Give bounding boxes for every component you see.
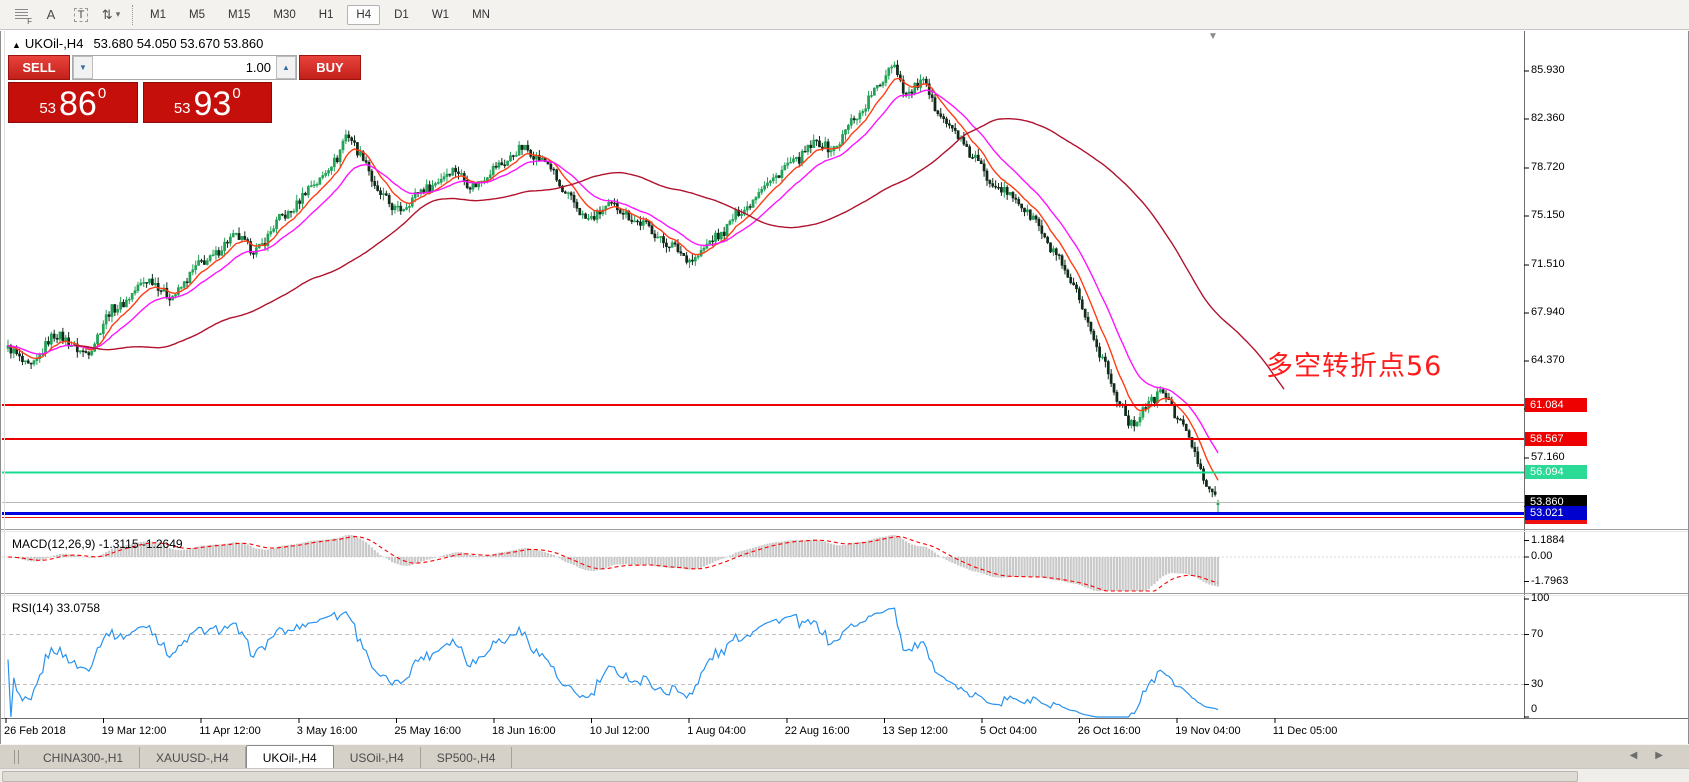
bottom-tab-ukoilh4[interactable]: UKOil-,H4 <box>246 745 334 768</box>
horizontal-scrollbar-thumb[interactable] <box>2 771 1578 782</box>
volume-spinner: ▼ ▲ <box>72 55 297 80</box>
buy-button[interactable]: BUY <box>299 55 361 80</box>
chevron-down-icon: ▾ <box>116 9 121 20</box>
tab-list: CHINA300-,H1XAUUSD-,H4UKOil-,H4USOil-,H4… <box>27 745 512 768</box>
horizontal-scrollbar[interactable] <box>0 768 1689 782</box>
tab-scroll-arrows: ◀▶ <box>1630 750 1681 761</box>
bottom-tab-sp500h4[interactable]: SP500-,H4 <box>421 747 513 768</box>
tab-scroll-right-icon[interactable]: ▶ <box>1655 750 1681 761</box>
toolbar: F A T ⇅ ▾ M1M5M15M30 H1H4D1W1MN <box>0 0 1689 30</box>
text-label-tool[interactable]: A <box>38 4 64 26</box>
timeframe-w1[interactable]: W1 <box>423 5 458 25</box>
timeframe-m15[interactable]: M15 <box>219 5 259 25</box>
volume-increase-button[interactable]: ▲ <box>276 56 296 79</box>
volume-input[interactable] <box>93 56 276 79</box>
timeframe-h1[interactable]: H1 <box>310 5 343 25</box>
bottom-tab-usoilh4[interactable]: USOil-,H4 <box>334 747 421 768</box>
arrows-tool[interactable]: ⇅ ▾ <box>98 4 124 26</box>
grid-icon <box>15 9 28 20</box>
timeframe-h4[interactable]: H4 <box>347 5 380 25</box>
sell-price-display[interactable]: 53860 <box>8 82 138 123</box>
text-box-tool[interactable]: T <box>68 4 94 26</box>
timeframe-row: M1M5M15M30 H1H4D1W1MN <box>141 5 499 25</box>
timeframe-mn[interactable]: MN <box>463 5 499 25</box>
arrows-icon: ⇅ <box>102 7 113 23</box>
timeframe-m1[interactable]: M1 <box>141 5 175 25</box>
chart-tab-bar: CHINA300-,H1XAUUSD-,H4UKOil-,H4USOil-,H4… <box>0 744 1689 768</box>
one-click-trading-panel: SELL ▼ ▲ BUY 53860 53930 <box>8 55 272 123</box>
tab-bar-grip <box>14 750 19 764</box>
timeframe-m5[interactable]: M5 <box>180 5 214 25</box>
volume-decrease-button[interactable]: ▼ <box>73 56 93 79</box>
text-box-icon: T <box>74 8 89 22</box>
timeframe-m30[interactable]: M30 <box>264 5 304 25</box>
timeframe-d1[interactable]: D1 <box>385 5 418 25</box>
sell-button[interactable]: SELL <box>8 55 70 80</box>
text-label-icon: A <box>47 7 56 22</box>
toolbar-separator <box>132 5 133 25</box>
bottom-tab-xauusdh4[interactable]: XAUUSD-,H4 <box>140 747 246 768</box>
tab-scroll-left-icon[interactable]: ◀ <box>1630 750 1656 761</box>
bottom-tab-china300h1[interactable]: CHINA300-,H1 <box>27 747 140 768</box>
chart-grid-tool[interactable]: F <box>8 4 34 26</box>
mt4-window: F A T ⇅ ▾ M1M5M15M30 H1H4D1W1MN SELL ▼ ▲ … <box>0 0 1689 782</box>
buy-price-display[interactable]: 53930 <box>143 82 273 123</box>
grid-f-label: F <box>27 17 32 26</box>
